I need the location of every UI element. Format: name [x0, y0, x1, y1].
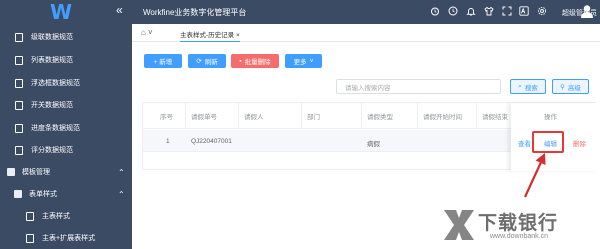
- sidebar-item-label: 列表数据规范: [31, 57, 73, 64]
- column-divider: [417, 103, 418, 129]
- filter-icon: ⚲: [560, 83, 565, 91]
- collapse-sidebar-icon[interactable]: «: [116, 4, 123, 16]
- batch-delete-label: 批量删除: [244, 59, 271, 66]
- logo: W «: [0, 0, 132, 24]
- home-icon[interactable]: ⌂ ˅: [141, 28, 153, 37]
- app-title: Workfine业务数字化管理平台: [143, 8, 247, 17]
- sidebar-section-templates[interactable]: 模板管理 ⌃: [0, 161, 132, 183]
- column-divider: [361, 103, 362, 129]
- highlight-box: [532, 131, 564, 153]
- sidebar-item-popup[interactable]: 浮选框数据规范: [0, 72, 132, 94]
- tab-main-style-history[interactable]: 主表样式-历史记录 ×: [180, 29, 240, 43]
- add-button[interactable]: + 新增: [144, 54, 182, 68]
- font-size-icon[interactable]: [519, 6, 529, 16]
- batch-delete-button[interactable]: ▪ 批量删除: [231, 54, 279, 68]
- grid-icon: [7, 168, 15, 176]
- chevron-up-icon: ⌃: [118, 167, 125, 177]
- avatar-icon[interactable]: [580, 4, 594, 18]
- sidebar-item-label: 主表样式: [42, 213, 70, 220]
- more-button[interactable]: 更多 ˅: [285, 54, 322, 68]
- leave-type: 病假: [367, 141, 380, 148]
- sidebar-item-label: 开关数据规范: [31, 102, 73, 109]
- sidebar-item-switch[interactable]: 开关数据规范: [0, 94, 132, 116]
- sidebar: W « 级联数据规范 列表数据规范 浮选框数据规范 开关数据规范 进度条数据规范…: [0, 0, 132, 249]
- data-table: 序号 请假单号 请假人 部门 请假类型 请假开始时间 请假结束 1 QJ2204…: [142, 102, 597, 171]
- sidebar-item-main-style[interactable]: 主表样式: [0, 205, 132, 227]
- watermark: 下载银行 www.downbank.cn: [440, 206, 590, 246]
- document-icon: [15, 100, 23, 110]
- sidebar-group-label: 表单样式: [29, 191, 57, 198]
- grid-icon: [14, 190, 22, 198]
- more-label: 更多: [293, 59, 307, 66]
- column-header: 请假类型: [367, 114, 393, 121]
- trash-icon: ▪: [239, 57, 242, 65]
- row-index: 1: [166, 138, 170, 145]
- column-divider: [238, 103, 239, 129]
- logo-icon: W: [50, 0, 73, 24]
- delete-link[interactable]: 删除: [573, 138, 586, 148]
- tab-bar: ⌂ ˅ 主表样式-历史记录 ×: [132, 24, 600, 43]
- settings-icon[interactable]: [537, 6, 547, 16]
- column-divider: [301, 103, 302, 129]
- watermark-text: 下载银行: [478, 212, 559, 234]
- column-header: 请假单号: [191, 114, 217, 121]
- column-header: 操作: [544, 114, 557, 121]
- search-icon: ⌕: [518, 82, 522, 90]
- search-button[interactable]: ⌕ 搜索: [510, 79, 546, 94]
- search-placeholder: 请输入搜索内容: [345, 84, 391, 92]
- sidebar-group-form-styles[interactable]: 表单样式 ⌃: [0, 183, 132, 205]
- column-header: 请假结束: [482, 114, 508, 121]
- column-header: 请假人: [244, 114, 264, 121]
- order-number: QJ220407001: [191, 138, 232, 145]
- skin-icon[interactable]: [484, 6, 494, 16]
- watermark-logo-icon: [444, 210, 474, 240]
- document-icon: [15, 32, 23, 42]
- sidebar-section-label: 模板管理: [22, 169, 50, 176]
- column-divider: [185, 103, 186, 129]
- document-icon: [15, 145, 23, 155]
- document-icon: [15, 78, 23, 88]
- column-header: 请假开始时间: [423, 114, 462, 121]
- refresh-button[interactable]: ⟳ 刷新: [188, 54, 226, 68]
- bell-icon[interactable]: [466, 6, 476, 16]
- column-divider: [476, 103, 477, 129]
- sidebar-item-main-extended-style[interactable]: 主表+扩展表样式: [0, 227, 132, 249]
- document-icon: [15, 123, 23, 133]
- search-label: 搜索: [524, 84, 538, 92]
- alarm-clock-icon[interactable]: [430, 6, 440, 16]
- sidebar-item-progress[interactable]: 进度条数据规范: [0, 117, 132, 139]
- document-icon: [26, 211, 34, 221]
- column-header: 部门: [307, 114, 320, 121]
- document-icon: [26, 233, 34, 243]
- sidebar-item-rating[interactable]: 评分数据规范: [0, 139, 132, 161]
- sidebar-item-label: 浮选框数据规范: [31, 80, 80, 87]
- chevron-up-icon: ⌃: [118, 189, 125, 199]
- sidebar-item-list[interactable]: 列表数据规范: [0, 49, 132, 71]
- sidebar-item-label: 主表+扩展表样式: [42, 235, 96, 242]
- sidebar-item-cascade[interactable]: 级联数据规范: [0, 26, 132, 48]
- refresh-icon: ⟳: [196, 58, 202, 65]
- watermark-url: www.downbank.cn: [490, 233, 548, 240]
- fullscreen-icon[interactable]: [502, 6, 512, 16]
- tab-label: 主表样式-历史记录: [180, 32, 235, 39]
- clock-icon[interactable]: [448, 6, 458, 16]
- sidebar-item-label: 级联数据规范: [31, 34, 73, 41]
- sidebar-item-label: 评分数据规范: [31, 147, 73, 154]
- column-header: 序号: [160, 114, 173, 121]
- search-input[interactable]: 请输入搜索内容: [336, 79, 501, 94]
- document-icon: [15, 55, 23, 65]
- advanced-label: 高级: [567, 84, 581, 92]
- top-bar: Workfine业务数字化管理平台 超级管理员: [132, 0, 600, 24]
- advanced-search-button[interactable]: ⚲ 高级: [552, 79, 589, 94]
- chevron-down-icon: ˅: [309, 57, 314, 65]
- sidebar-item-label: 进度条数据规范: [31, 125, 80, 132]
- view-link[interactable]: 查看: [518, 138, 531, 148]
- refresh-label: 刷新: [204, 59, 218, 66]
